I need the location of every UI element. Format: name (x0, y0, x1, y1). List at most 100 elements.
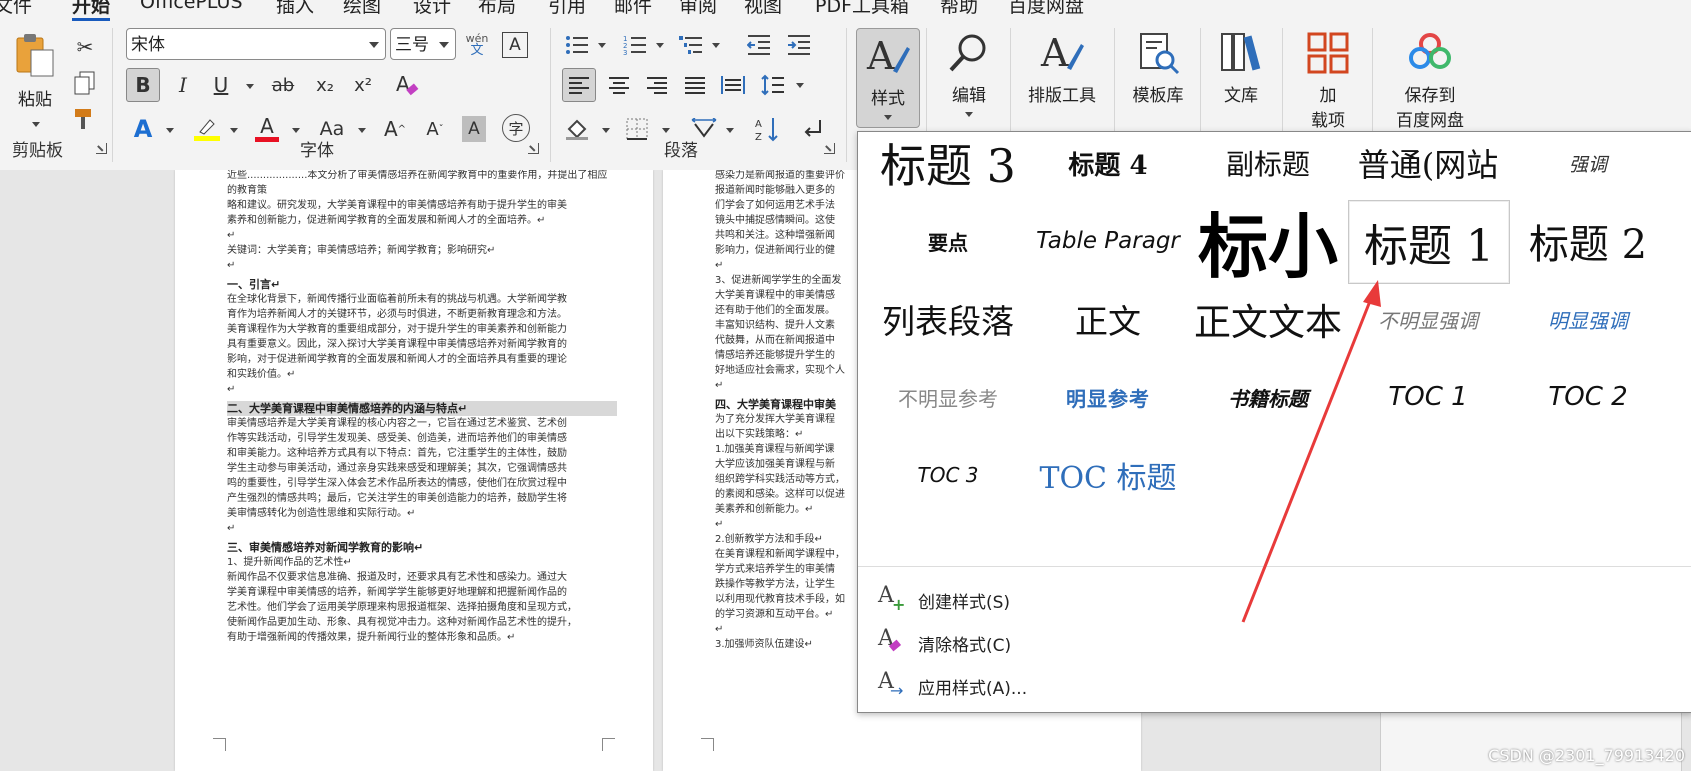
justify-icon[interactable] (678, 68, 712, 102)
char-border-icon[interactable]: A (502, 32, 528, 58)
highlight-color-icon[interactable] (190, 110, 224, 146)
document-page-1[interactable]: 近些...................本文分析了审美情感培养在新闻学教育中的… (175, 170, 653, 771)
underline-dropdown-icon[interactable] (246, 84, 254, 89)
borders-icon[interactable] (622, 112, 652, 146)
style-option[interactable]: 正文文本 (1188, 278, 1348, 360)
show-marks-icon[interactable] (796, 112, 828, 146)
edit-button[interactable]: 编辑 (936, 28, 1002, 126)
style-option[interactable]: TOC 标题 (1028, 434, 1188, 516)
doc-library-button[interactable]: 文库 (1208, 28, 1274, 126)
multilevel-dropdown-icon[interactable] (712, 43, 720, 48)
multilevel-list-icon[interactable] (676, 30, 706, 60)
style-option[interactable]: 明显参考 (1028, 356, 1188, 438)
font-color-icon[interactable]: A (252, 110, 282, 146)
shading-dropdown-icon[interactable] (602, 128, 610, 133)
bullets-icon[interactable] (562, 30, 592, 60)
style-option[interactable]: 不明显强调 (1348, 278, 1508, 360)
copy-icon[interactable] (70, 68, 100, 98)
align-right-icon[interactable] (640, 68, 674, 102)
menu-item[interactable]: 视图 (744, 0, 782, 18)
clear-formatting-icon[interactable]: A (390, 68, 424, 102)
style-option[interactable]: TOC 1 (1348, 356, 1508, 438)
style-option[interactable]: 不明显参考 (868, 356, 1028, 438)
shrink-font-icon[interactable]: Aˇ (420, 112, 450, 146)
style-option[interactable]: 明显强调 (1508, 278, 1668, 360)
grow-font-icon[interactable]: A ^ (380, 112, 410, 146)
template-library-button[interactable]: 模板库 (1122, 28, 1194, 126)
paste-button[interactable]: 粘贴 (10, 32, 60, 132)
gallery-menu-item[interactable]: A + 创建样式(S) (878, 583, 1010, 616)
decrease-indent-icon[interactable] (744, 30, 774, 60)
menu-item[interactable]: OfficePLUS (140, 0, 243, 13)
borders-dropdown-icon[interactable] (662, 128, 670, 133)
align-center-icon[interactable] (602, 68, 636, 102)
line-spacing-dropdown-icon[interactable] (796, 83, 804, 88)
menu-item[interactable]: 开始 (72, 0, 111, 21)
distributed-icon[interactable] (716, 68, 750, 102)
format-painter-icon[interactable] (70, 104, 100, 134)
text-effects-dropdown-icon[interactable] (166, 128, 174, 133)
paragraph-launcher-icon[interactable] (824, 143, 835, 154)
style-option[interactable]: 要点 (868, 200, 1028, 282)
gallery-menu-item[interactable]: A 清除格式(C) (878, 626, 1011, 659)
style-option[interactable]: 强调 (1508, 122, 1668, 204)
menu-item[interactable]: 设计 (413, 0, 451, 18)
shading-icon[interactable] (562, 112, 592, 146)
style-option[interactable]: 书籍标题 (1188, 356, 1348, 438)
subscript-button[interactable]: x₂ (308, 68, 342, 102)
sort-icon[interactable]: AZ (752, 112, 784, 146)
cut-icon[interactable]: ✂ (70, 32, 100, 62)
phonetic-guide-icon[interactable]: wén 文 (462, 28, 492, 62)
numbering-icon[interactable]: 123 (620, 30, 650, 60)
clipboard-launcher-icon[interactable] (96, 143, 107, 154)
styles-button[interactable]: A 样式 (856, 28, 920, 128)
increase-indent-icon[interactable] (784, 30, 814, 60)
font-name-select[interactable]: 宋体 (126, 28, 386, 60)
strikethrough-button[interactable]: ab (266, 68, 300, 102)
bullets-dropdown-icon[interactable] (598, 43, 606, 48)
highlight-dropdown-icon[interactable] (230, 128, 238, 133)
bold-button[interactable]: B (126, 68, 160, 102)
apply-style-icon: A → (878, 669, 904, 700)
numbering-dropdown-icon[interactable] (656, 43, 664, 48)
font-launcher-icon[interactable] (528, 143, 539, 154)
font-color-dropdown-icon[interactable] (292, 128, 300, 133)
menu-item[interactable]: 引用 (548, 0, 586, 18)
char-shading-icon[interactable]: A (462, 116, 486, 142)
underline-button[interactable]: U (206, 68, 236, 102)
superscript-button[interactable]: x² (346, 68, 380, 102)
page-corner-mark (701, 738, 714, 751)
enclose-char-icon[interactable]: 字 (502, 114, 530, 142)
style-option[interactable]: 副标题 (1188, 122, 1348, 204)
style-option[interactable]: TOC 2 (1508, 356, 1668, 438)
align-left-icon[interactable] (562, 68, 596, 102)
char-scaling-dropdown-icon[interactable] (726, 128, 734, 133)
typeset-tool-button[interactable]: A 排版工具 (1018, 28, 1106, 126)
style-option[interactable]: Table Paragr (1028, 200, 1188, 282)
menu-item[interactable]: PDF工具箱 (815, 0, 909, 18)
gallery-menu-item[interactable]: A → 应用样式(A)... (878, 669, 1027, 702)
menu-item[interactable]: 审阅 (679, 0, 717, 18)
menu-item[interactable]: 布局 (478, 0, 516, 18)
menu-item[interactable]: 插入 (276, 0, 314, 18)
italic-button[interactable]: I (168, 68, 198, 102)
menu-item[interactable]: 百度网盘 (1008, 0, 1084, 18)
style-option[interactable]: 标题 1 (1348, 200, 1510, 284)
style-option[interactable]: 标题 2 (1508, 200, 1668, 282)
style-option[interactable]: TOC 3 (868, 434, 1028, 516)
style-option[interactable]: 标题 3 (868, 122, 1028, 204)
style-option[interactable]: 标题 4 (1028, 122, 1188, 204)
style-option[interactable]: 标小 (1188, 200, 1348, 283)
menu-item[interactable]: 文件 (0, 0, 32, 18)
change-case-dropdown-icon[interactable] (358, 128, 366, 133)
menu-item[interactable]: 绘图 (343, 0, 381, 18)
font-size-select[interactable]: 三号 (390, 28, 456, 60)
menu-item[interactable]: 帮助 (940, 0, 978, 18)
paste-dropdown-icon[interactable] (32, 122, 40, 127)
style-option[interactable]: 列表段落 (868, 278, 1028, 360)
text-effects-icon[interactable]: A (128, 112, 158, 146)
menu-item[interactable]: 邮件 (614, 0, 652, 18)
style-option[interactable]: 普通(网站 (1348, 122, 1508, 204)
line-spacing-icon[interactable] (756, 68, 790, 102)
style-option[interactable]: 正文 (1028, 278, 1188, 360)
